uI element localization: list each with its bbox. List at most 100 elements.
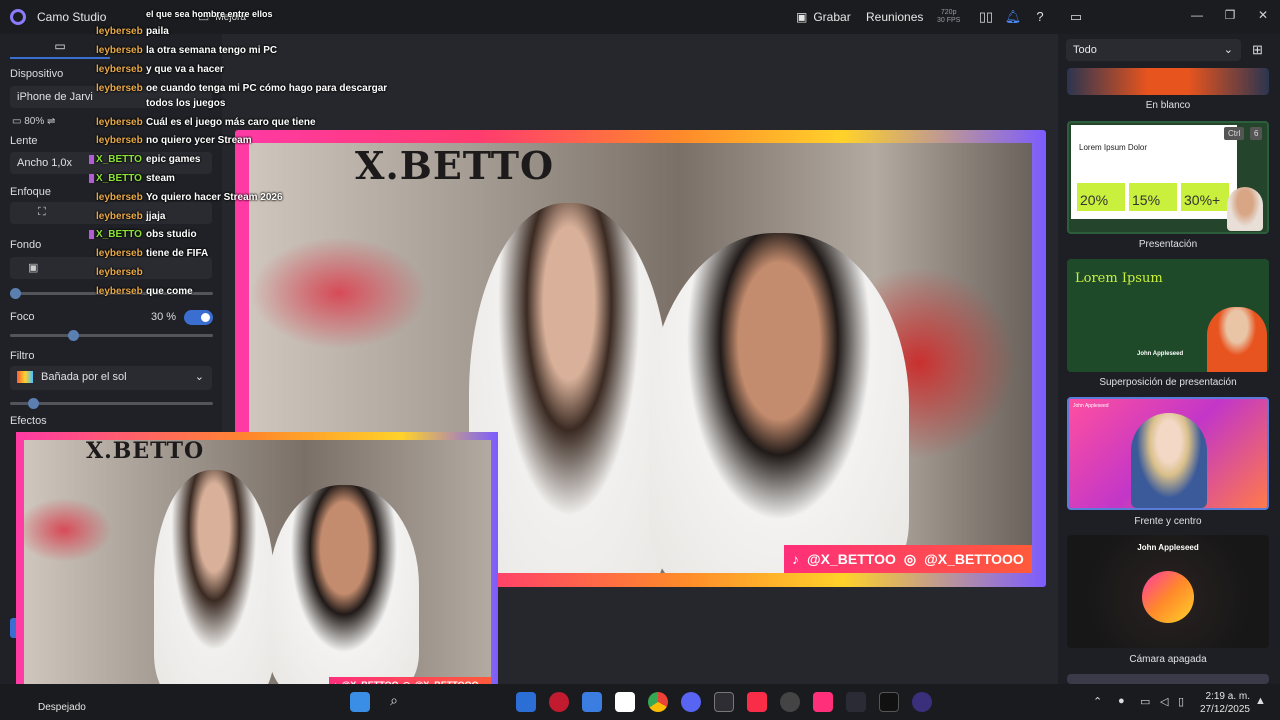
meetings-button[interactable]: Reuniones bbox=[866, 8, 923, 26]
chat-text: oe cuando tenga mi PC cómo hago para des… bbox=[146, 83, 388, 94]
scene-blank-thumb[interactable] bbox=[1067, 68, 1269, 95]
taskbar bbox=[0, 684, 1280, 720]
minimize-icon[interactable]: — bbox=[1187, 8, 1207, 26]
camo-logo-icon bbox=[10, 9, 26, 25]
music-icon[interactable] bbox=[747, 692, 767, 712]
clock[interactable]: 2:19 a. m. 27/12/2025 bbox=[1196, 690, 1250, 716]
tiktok-icon: ♪ bbox=[792, 551, 799, 567]
effects-label: Efectos bbox=[10, 415, 47, 427]
chat-badge-icon bbox=[89, 230, 94, 239]
todo-icon[interactable] bbox=[582, 692, 602, 712]
pip-video: X.BETTO ♪@X_BETTOO ◎@X_BETTOOO bbox=[24, 440, 491, 694]
record-icon: ▣ bbox=[796, 10, 808, 24]
grid-view-icon[interactable]: ⊞ bbox=[1252, 42, 1263, 58]
filter-select[interactable]: Bañada por el sol ⌄ bbox=[10, 366, 212, 390]
tiktok-handle: @X_BETTOO bbox=[807, 551, 896, 567]
app-icon[interactable] bbox=[846, 692, 866, 712]
chrome-icon[interactable] bbox=[648, 692, 668, 712]
background-slider-knob[interactable] bbox=[10, 288, 21, 299]
battery-icon: ▭ bbox=[12, 116, 25, 127]
calendar-icon[interactable] bbox=[714, 692, 734, 712]
epic-games-icon[interactable] bbox=[879, 692, 899, 712]
chat-username: leyberseb bbox=[96, 192, 143, 203]
scene-overlay-thumb[interactable]: Lorem Ipsum John Appleseed bbox=[1067, 259, 1269, 372]
scene-camera-off-thumb[interactable]: John Appleseed bbox=[1067, 535, 1269, 648]
discord-icon[interactable] bbox=[681, 692, 701, 712]
focus2-value: 30 % bbox=[151, 311, 177, 323]
camera-tab[interactable]: ▭ bbox=[10, 39, 110, 59]
notion-icon[interactable] bbox=[615, 692, 635, 712]
chat-username: leyberseb bbox=[96, 45, 143, 56]
filter-slider-knob[interactable] bbox=[28, 398, 39, 409]
notification-bell-icon[interactable]: ▲ bbox=[1255, 695, 1266, 707]
stat-3: 30%+ bbox=[1181, 183, 1229, 211]
resolution-value: 720p bbox=[940, 9, 957, 16]
help-icon[interactable]: ? bbox=[1031, 8, 1049, 26]
maximize-icon[interactable]: ❐ bbox=[1220, 8, 1240, 26]
close-icon[interactable]: ✕ bbox=[1253, 8, 1273, 26]
device-value: iPhone de Jarvi bbox=[17, 91, 93, 103]
chat-text: que come bbox=[146, 286, 193, 297]
scene-presentation-thumb[interactable]: Lorem Ipsum Dolor 20% 15% 30%+ Ctrl 6 bbox=[1067, 121, 1269, 234]
record-button[interactable]: ▣ Grabar bbox=[796, 8, 851, 26]
chat-text: y que va a hacer bbox=[146, 64, 224, 75]
background-label: Fondo bbox=[10, 239, 42, 251]
steam-icon[interactable] bbox=[780, 692, 800, 712]
layout-icon[interactable]: ▯▯ bbox=[977, 8, 995, 26]
focus-label: Enfoque bbox=[10, 186, 51, 198]
battery-tray-icon[interactable]: ▯ bbox=[1178, 695, 1184, 708]
focus-slider[interactable] bbox=[10, 330, 213, 341]
instagram-handle: @X_BETTOOO bbox=[924, 551, 1024, 567]
chat-text: todos los juegos bbox=[146, 98, 226, 109]
chat-text: tiene de FIFA bbox=[146, 248, 209, 259]
scene-name-tag: John Appleseed bbox=[1073, 403, 1109, 409]
filter-slider[interactable] bbox=[10, 398, 213, 409]
scene-label: Cámara apagada bbox=[1129, 654, 1207, 665]
network-icon[interactable]: ▭ bbox=[1140, 695, 1150, 708]
battery-status: ▭ 80% ⇌ bbox=[12, 116, 55, 127]
chat-text: no quiero ycer Stream bbox=[146, 135, 252, 146]
chat-username: leyberseb bbox=[96, 267, 143, 278]
store-icon[interactable] bbox=[516, 692, 536, 712]
presenter-avatar bbox=[1131, 413, 1207, 508]
chat-text: Yo quiero hacer Stream 2026 bbox=[146, 192, 283, 203]
opera-icon[interactable] bbox=[549, 692, 569, 712]
resolution-badge[interactable]: 720p 30 FPS bbox=[937, 9, 960, 25]
chevron-down-icon: ⌄ bbox=[194, 371, 204, 383]
notification-icon[interactable]: 🔔︎ bbox=[1004, 8, 1022, 26]
scene-label: Frente y centro bbox=[1134, 516, 1202, 527]
pip-stream-logo: X.BETTO bbox=[86, 440, 205, 464]
portrait-icon[interactable]: ▣ bbox=[28, 261, 38, 274]
search-icon[interactable]: ⌕ bbox=[384, 692, 404, 712]
overlay-title: Lorem Ipsum bbox=[1075, 271, 1163, 286]
stream-logo: X.BETTO bbox=[355, 143, 555, 188]
focus-toggle[interactable] bbox=[184, 310, 213, 325]
mic-icon[interactable]: ● bbox=[1118, 695, 1125, 707]
chat-username: X_BETTO bbox=[96, 154, 142, 165]
chevron-down-icon: ⌄ bbox=[1223, 44, 1233, 56]
scene-front-center-thumb[interactable]: John Appleseed bbox=[1067, 397, 1269, 510]
device-label: Dispositivo bbox=[10, 68, 64, 80]
social-bar: ♪ @X_BETTOO ◎ @X_BETTOOO bbox=[784, 545, 1032, 573]
tiktok-app-icon[interactable] bbox=[813, 692, 833, 712]
chat-username: X_BETTO bbox=[96, 173, 142, 184]
chat-username: leyberseb bbox=[96, 135, 143, 146]
chat-top-line: el que sea hombre entre ellos bbox=[146, 9, 273, 19]
focus-auto-icon[interactable]: ⛶ bbox=[38, 206, 46, 219]
focus-slider-knob[interactable] bbox=[68, 330, 79, 341]
shortcut-number: 6 bbox=[1250, 127, 1263, 140]
lens-label: Lente bbox=[10, 135, 38, 147]
lens-value: Ancho 1,0x bbox=[17, 157, 73, 169]
chat-badge-icon bbox=[89, 174, 94, 183]
sidebar-toggle-icon[interactable]: ▭ bbox=[1067, 8, 1085, 26]
scene-next-thumb[interactable] bbox=[1067, 674, 1269, 684]
volume-icon[interactable]: ◁ bbox=[1160, 695, 1168, 708]
stat-2: 15% bbox=[1129, 183, 1177, 211]
filter-value: Bañada por el sol bbox=[41, 371, 127, 383]
app-title: Camo Studio bbox=[37, 10, 107, 24]
camo-taskbar-icon[interactable] bbox=[912, 692, 932, 712]
scene-filter-select[interactable]: Todo ⌄ bbox=[1066, 39, 1241, 61]
woman-figure bbox=[469, 203, 669, 573]
windows-start-icon[interactable] bbox=[350, 692, 370, 712]
tray-chevron-icon[interactable]: ⌃ bbox=[1093, 695, 1102, 708]
